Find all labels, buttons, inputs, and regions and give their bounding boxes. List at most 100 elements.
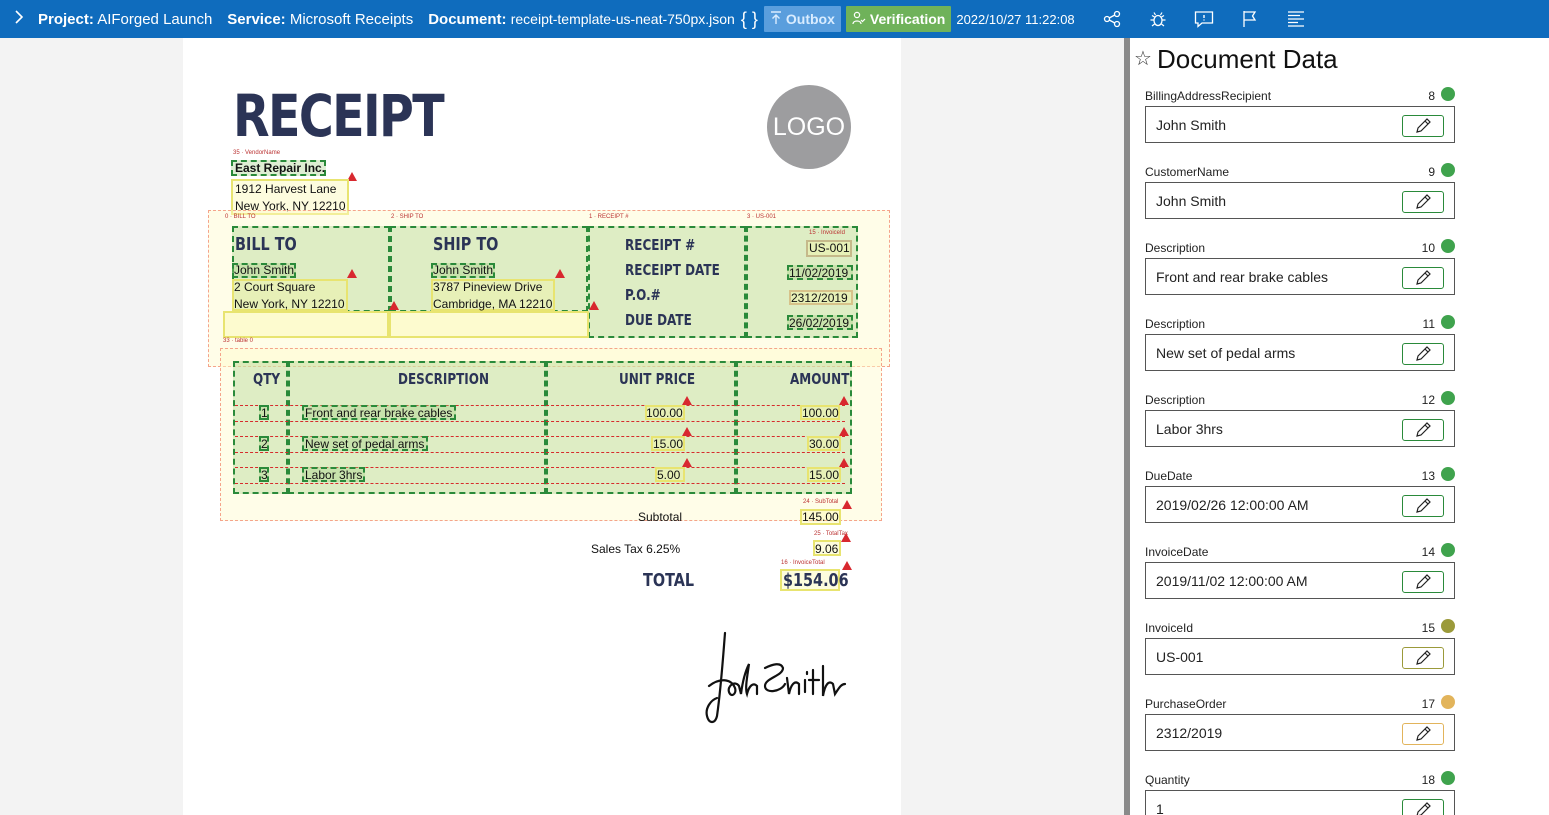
- field-description: Description 11 New set of pedal arms: [1145, 315, 1455, 371]
- document-canvas[interactable]: RECEIPT LOGO 35 · VendorName East Repair…: [0, 38, 1124, 815]
- pencil-icon[interactable]: [1402, 723, 1444, 745]
- status-dot: [1441, 467, 1455, 481]
- field-description: Description 10 Front and rear brake cabl…: [1145, 239, 1455, 295]
- pencil-icon[interactable]: [1402, 571, 1444, 593]
- vendor-name: East Repair Inc.: [235, 161, 326, 175]
- service-info: Service: Microsoft Receipts: [227, 10, 414, 28]
- document-name: receipt-template-us-neat-750px.json: [510, 10, 735, 27]
- field-due-date: DueDate 13 2019/02/26 12:00:00 AM: [1145, 467, 1455, 523]
- item-description: New set of pedal arms: [305, 437, 425, 451]
- document-info: Document: receipt-template-us-neat-750px…: [428, 10, 735, 28]
- pencil-icon[interactable]: [1402, 799, 1444, 815]
- us-tag: 3 · US-001: [747, 214, 777, 220]
- field-value-input[interactable]: 2312/2019: [1145, 714, 1455, 751]
- pencil-icon[interactable]: [1402, 115, 1444, 137]
- warning-icon: [347, 269, 357, 278]
- bug-icon[interactable]: [1135, 0, 1181, 38]
- warning-icon: [841, 533, 851, 542]
- share-icon[interactable]: [1089, 0, 1135, 38]
- invoice-total-tag: 16 · InvoiceTotal: [781, 560, 825, 566]
- pencil-icon[interactable]: [1402, 647, 1444, 669]
- signature-image: [705, 631, 847, 724]
- item-amount: 15.00: [809, 468, 840, 482]
- timestamp: 2022/10/27 11:22:08: [956, 11, 1075, 27]
- service-name: Microsoft Receipts: [289, 10, 414, 28]
- status-dot: [1441, 771, 1455, 785]
- status-dot: [1441, 163, 1455, 177]
- item-unit-price: 5.00: [657, 468, 681, 482]
- field-value-input[interactable]: 2019/11/02 12:00:00 AM: [1145, 562, 1455, 599]
- flag-icon[interactable]: [1227, 0, 1273, 38]
- vendor-address-line1: 1912 Harvest Lane: [235, 182, 337, 196]
- empty-cell-2[interactable]: [389, 311, 589, 338]
- row-separator: [235, 483, 845, 484]
- pencil-icon[interactable]: [1402, 419, 1444, 441]
- warning-icon: [682, 396, 692, 405]
- bill-to-label: BILL TO: [235, 234, 297, 255]
- total-value: $154.06: [783, 570, 849, 591]
- invoice-id-tag: 15 · InvoiceId: [809, 230, 846, 236]
- item-description: Front and rear brake cables: [305, 406, 453, 420]
- bill-address-line1: 2 Court Square: [234, 280, 316, 294]
- logo-placeholder: LOGO: [767, 85, 851, 169]
- outbox-button[interactable]: Outbox: [763, 6, 841, 32]
- ship-name: John Smith: [433, 263, 494, 277]
- star-list-icon[interactable]: ☆: [1134, 46, 1152, 71]
- panel-title: Document Data: [1157, 44, 1338, 74]
- warning-icon: [589, 301, 599, 310]
- due-date-label: DUE DATE: [625, 311, 692, 329]
- status-dot: [1441, 391, 1455, 405]
- status-dot: [1441, 695, 1455, 709]
- pencil-icon[interactable]: [1402, 343, 1444, 365]
- subtotal-value: 145.00: [802, 510, 839, 524]
- po-number: 2312/2019: [791, 291, 848, 305]
- pencil-icon[interactable]: [1402, 191, 1444, 213]
- warning-icon: [389, 301, 399, 310]
- project-name: AIForged Launch: [97, 10, 213, 28]
- ship-to-label: SHIP TO: [433, 234, 499, 255]
- field-value-input[interactable]: US-001: [1145, 638, 1455, 675]
- warning-icon: [842, 500, 852, 509]
- top-bar: Project: AIForged Launch Service: Micros…: [0, 0, 1549, 38]
- receipt-number: US-001: [809, 241, 850, 255]
- col-amount-header: AMOUNT: [790, 370, 850, 388]
- row-separator: [235, 421, 845, 422]
- ship-address-line2: Cambridge, MA 12210: [433, 297, 553, 311]
- field-description: Description 12 Labor 3hrs: [1145, 391, 1455, 447]
- col-unit-price-header: UNIT PRICE: [619, 370, 696, 388]
- bill-address-line2: New York, NY 12210: [234, 297, 345, 311]
- status-dot: [1441, 87, 1455, 101]
- receipt-date: 11/02/2019: [789, 266, 849, 280]
- item-qty: 3: [261, 468, 268, 482]
- col-description-header: DESCRIPTION: [398, 370, 490, 388]
- due-date: 26/02/2019: [789, 316, 850, 330]
- item-qty: 2: [261, 437, 268, 451]
- field-value-input[interactable]: Front and rear brake cables: [1145, 258, 1455, 295]
- field-customer-name: CustomerName 9 John Smith: [1145, 163, 1455, 219]
- field-value-input[interactable]: 1: [1145, 790, 1455, 815]
- field-value-input[interactable]: 2019/02/26 12:00:00 AM: [1145, 486, 1455, 523]
- person-check-icon: [852, 11, 866, 28]
- field-quantity: Quantity 18 1: [1145, 771, 1455, 815]
- bill-name: John Smith: [234, 263, 295, 277]
- field-invoice-id: InvoiceId 15 US-001: [1145, 619, 1455, 675]
- comment-icon[interactable]: [1181, 0, 1227, 38]
- item-description: Labor 3hrs: [305, 468, 363, 482]
- vendor-tag: 35 · VendorName: [233, 150, 281, 156]
- tax-value: 9.06: [815, 542, 839, 556]
- json-braces-icon[interactable]: { }: [741, 9, 758, 30]
- chevron-right-icon[interactable]: [0, 9, 38, 29]
- total-label: TOTAL: [643, 570, 695, 591]
- text-align-icon[interactable]: [1273, 0, 1319, 38]
- pencil-icon[interactable]: [1402, 495, 1444, 517]
- field-value-input[interactable]: Labor 3hrs: [1145, 410, 1455, 447]
- verification-button[interactable]: Verification: [845, 6, 952, 32]
- empty-cell-1[interactable]: [223, 311, 389, 338]
- field-value-input[interactable]: John Smith: [1145, 182, 1455, 219]
- document-data-panel: ☆ Document Data BillingAddressRecipient …: [1130, 38, 1549, 815]
- field-value-input[interactable]: New set of pedal arms: [1145, 334, 1455, 371]
- pencil-icon[interactable]: [1402, 267, 1444, 289]
- field-value-input[interactable]: John Smith: [1145, 106, 1455, 143]
- warning-icon: [839, 427, 849, 436]
- field-purchase-order: PurchaseOrder 17 2312/2019: [1145, 695, 1455, 751]
